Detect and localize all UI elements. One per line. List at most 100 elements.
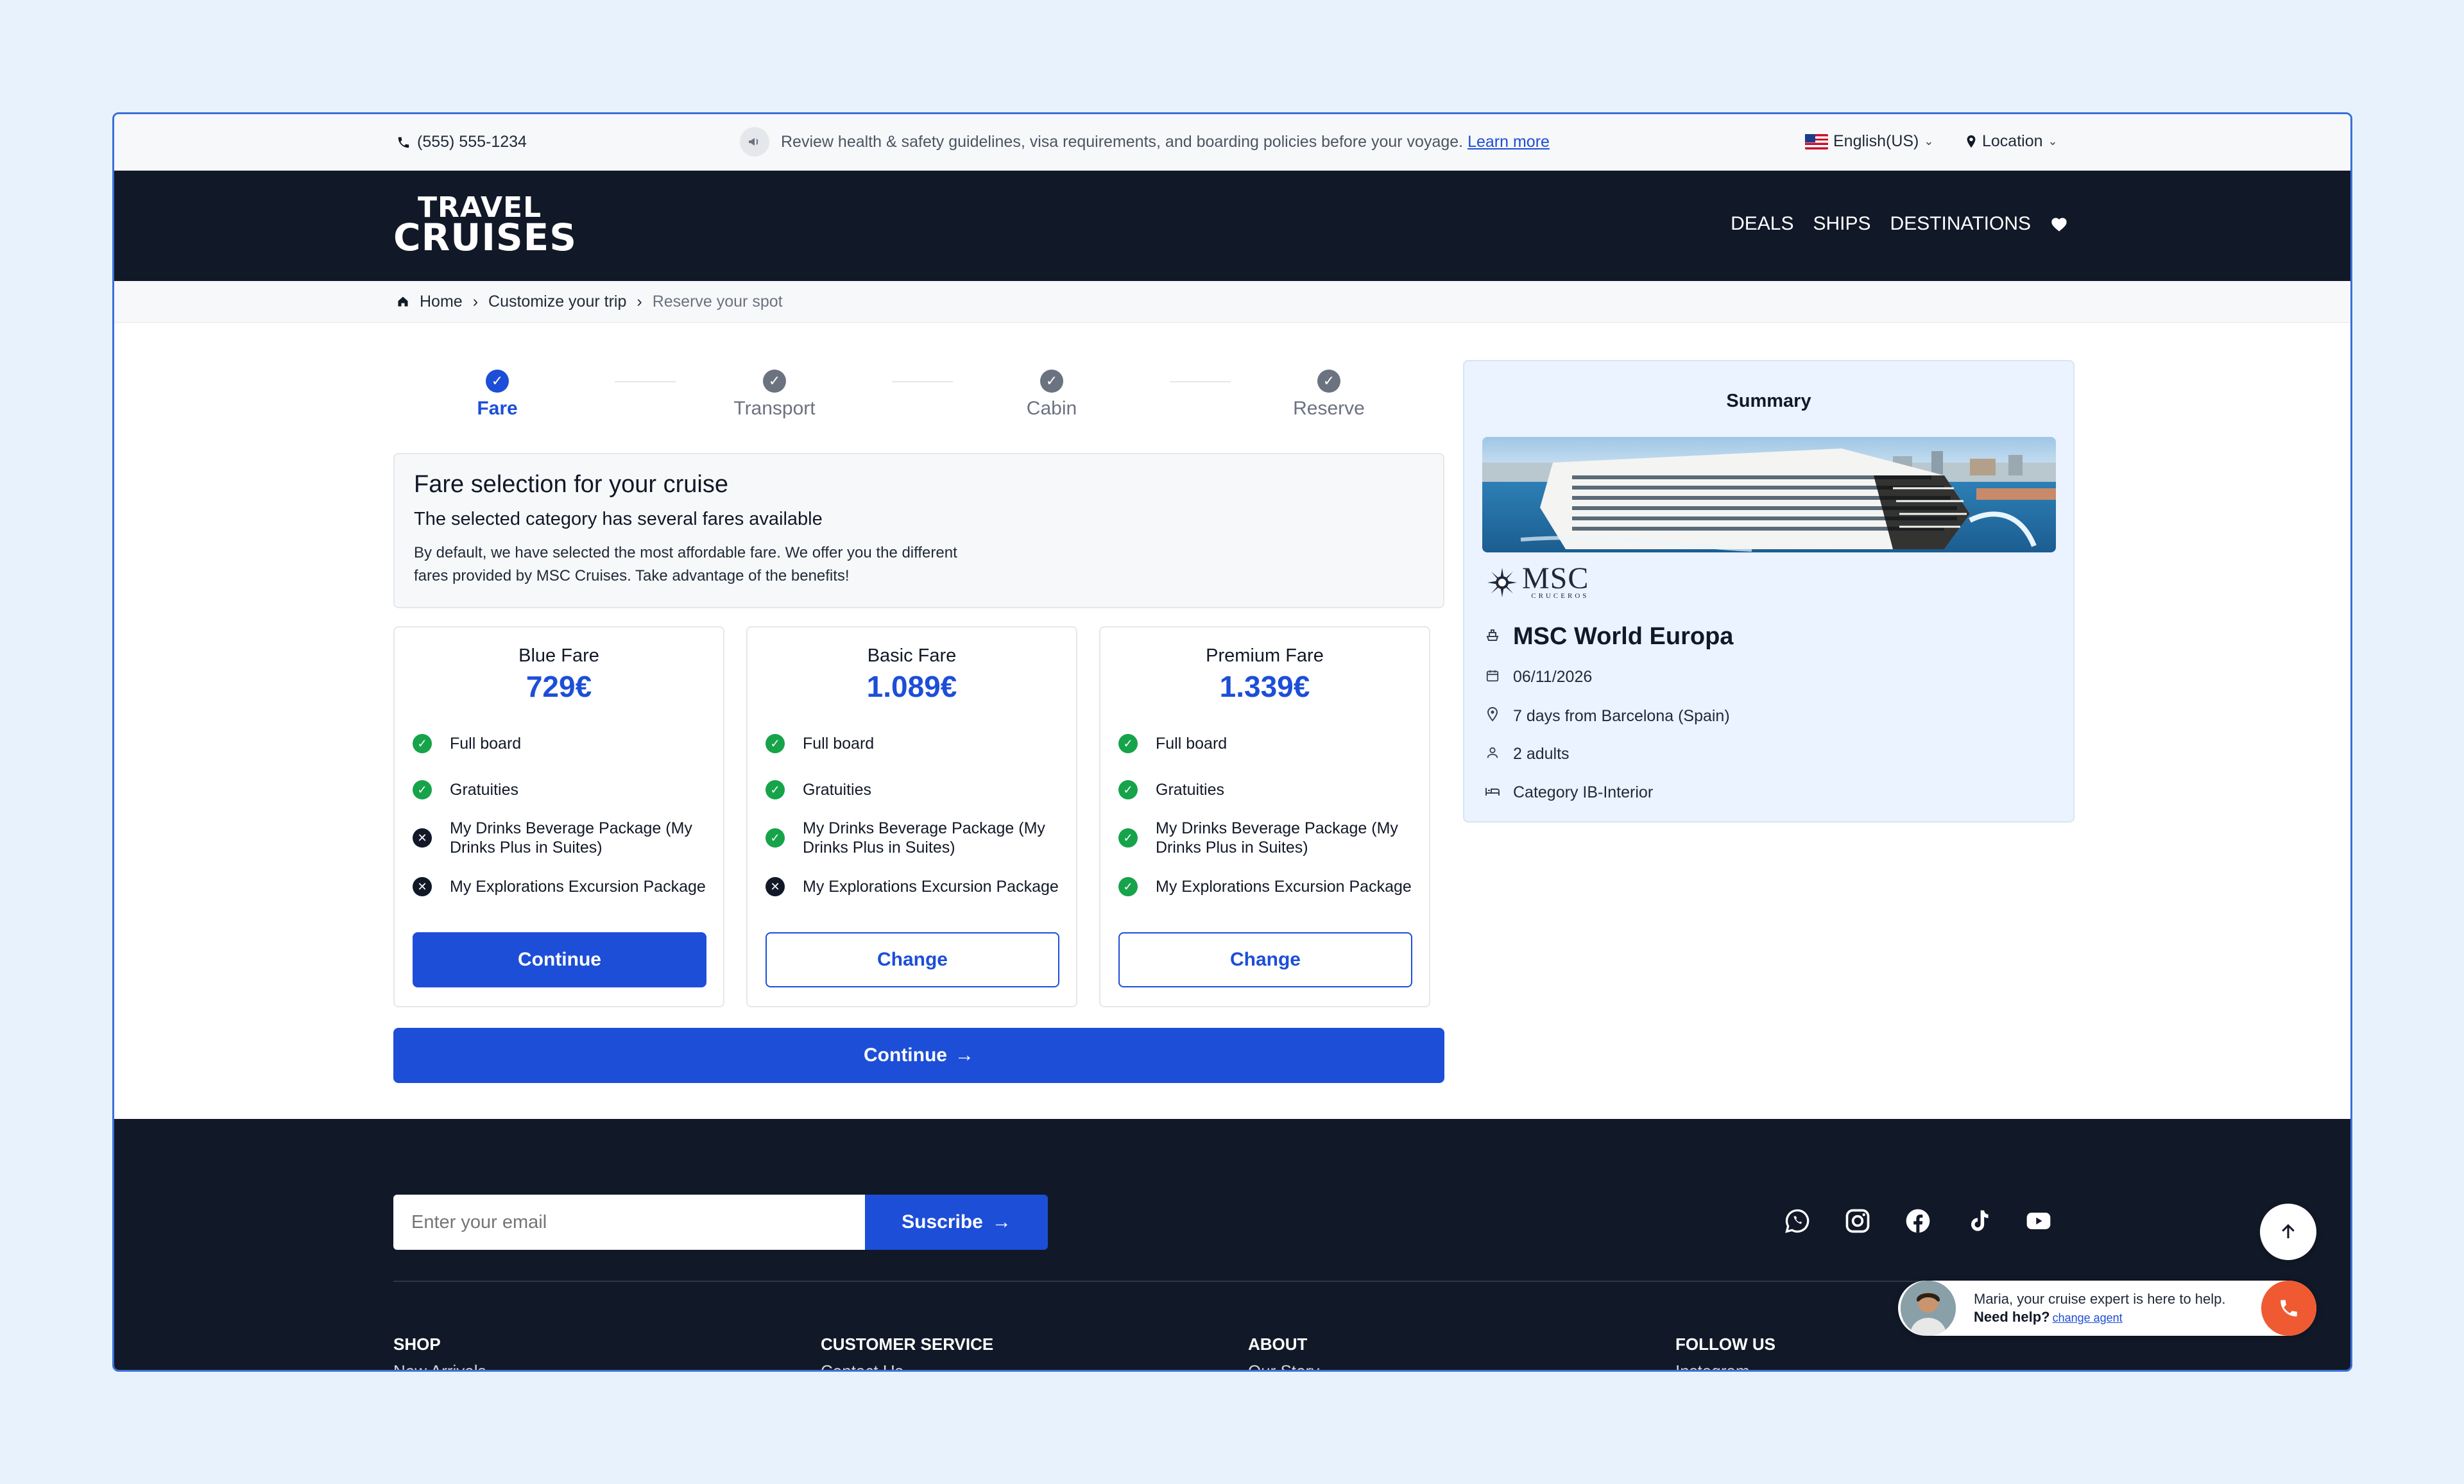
info-body: By default, we have selected the most af… <box>414 544 957 584</box>
x-circle-icon: ✕ <box>413 877 432 896</box>
summary-guests: 2 adults <box>1484 745 1570 763</box>
main-header: TRAVEL CRUISES DEALS SHIPS DESTINATIONS <box>114 171 2350 281</box>
notice-text: Review health & safety guidelines, visa … <box>781 132 1464 151</box>
location-pin-icon <box>1967 135 1976 148</box>
phone-icon <box>398 137 409 148</box>
chevron-down-icon: ⌄ <box>1924 135 1934 148</box>
learn-more-link[interactable]: Learn more <box>1467 133 1550 151</box>
phone-number: (555) 555-1234 <box>417 133 527 151</box>
itinerary-text: 7 days from Barcelona (Spain) <box>1513 706 1730 725</box>
feature-item: ✓ Gratuities <box>766 780 1061 799</box>
step-label: Cabin <box>1026 398 1077 419</box>
check-circle-icon: ✓ <box>1118 828 1138 848</box>
subscribe-button[interactable]: Suscribe → <box>865 1195 1048 1250</box>
step-fare[interactable]: ✓ Fare <box>433 370 561 420</box>
facebook-icon[interactable] <box>1903 1206 1933 1236</box>
feature-item: ✓ My Drinks Beverage Package (My Drinks P… <box>1118 819 1414 857</box>
tiktok-icon[interactable] <box>1964 1206 1993 1236</box>
blue-fare-continue-button[interactable]: Continue <box>413 932 706 987</box>
us-flag-icon <box>1805 133 1828 149</box>
footer-divider <box>393 1281 2076 1282</box>
step-connector <box>615 381 676 382</box>
location-selector[interactable]: Location ⌄ <box>1965 132 2058 151</box>
feature-item: ✕ My Explorations Excursion Package <box>413 877 708 896</box>
language-selector[interactable]: English(US) ⌄ <box>1805 132 1933 151</box>
feature-text: Gratuities <box>450 781 518 799</box>
chevron-right-icon: › <box>637 292 642 311</box>
footer-col-title: ABOUT <box>1248 1335 1308 1354</box>
step-cabin[interactable]: ✓ Cabin <box>988 370 1116 420</box>
change-agent-link[interactable]: change agent <box>2053 1311 2123 1324</box>
check-circle-icon: ✓ <box>1118 734 1138 753</box>
subscribe-label: Suscribe <box>902 1211 983 1232</box>
check-circle-icon: ✓ <box>413 734 432 753</box>
step-connector <box>1170 381 1231 382</box>
footer-link[interactable]: Our Story <box>1248 1361 1319 1370</box>
feature-item: ✕ My Explorations Excursion Package <box>766 877 1061 896</box>
check-circle-icon: ✓ <box>413 780 432 799</box>
feature-item: ✓ Full board <box>1118 734 1414 753</box>
msc-wordmark: MSC <box>1522 561 1589 595</box>
location-label: Location <box>1982 132 2043 150</box>
feature-item: ✓ My Explorations Excursion Package <box>1118 877 1414 896</box>
step-connector <box>892 381 953 382</box>
email-input[interactable] <box>393 1195 865 1250</box>
call-button[interactable] <box>2261 1281 2316 1336</box>
site-logo[interactable]: TRAVEL CRUISES <box>393 193 577 256</box>
footer-col-title: CUSTOMER SERVICE <box>821 1335 994 1354</box>
feature-item: ✕ My Drinks Beverage Package (My Drinks P… <box>413 819 708 857</box>
nav-deals[interactable]: DEALS <box>1731 213 1793 235</box>
x-circle-icon: ✕ <box>766 877 785 896</box>
basic-fare-change-button[interactable]: Change <box>766 932 1059 987</box>
footer-link[interactable]: New Arrivals <box>393 1361 486 1370</box>
whatsapp-icon[interactable] <box>1783 1206 1812 1236</box>
instagram-icon[interactable] <box>1843 1206 1872 1236</box>
main-nav: DEALS SHIPS DESTINATIONS <box>1731 213 2068 235</box>
chat-message: Maria, your cruise expert is here to hel… <box>1974 1291 2226 1307</box>
nav-destinations[interactable]: DESTINATIONS <box>1890 213 2031 235</box>
megaphone-icon <box>740 127 769 157</box>
heart-icon[interactable] <box>2050 216 2068 232</box>
footer-link[interactable]: Instagram <box>1675 1361 1750 1370</box>
feature-text: Full board <box>803 735 875 753</box>
location-pin-icon <box>1484 706 1502 726</box>
feature-text: Full board <box>1156 735 1228 753</box>
category-text: Category IB-Interior <box>1513 783 1654 801</box>
fare-card-premium: Premium Fare 1.339€ ✓ Full board ✓ Gratuit… <box>1099 626 1430 1007</box>
youtube-icon[interactable] <box>2024 1206 2053 1236</box>
check-icon: ✓ <box>486 370 509 393</box>
scroll-to-top-button[interactable] <box>2260 1204 2316 1260</box>
home-icon[interactable] <box>397 295 409 308</box>
feature-item: ✓ Full board <box>766 734 1061 753</box>
feature-text: Gratuities <box>1156 781 1224 799</box>
agent-chat-widget[interactable]: Maria, your cruise expert is here to hel… <box>1898 1281 2316 1336</box>
breadcrumb: Home › Customize your trip › Reserve you… <box>114 281 2350 323</box>
breadcrumb-home[interactable]: Home <box>420 293 463 311</box>
fare-card-basic: Basic Fare 1.089€ ✓ Full board ✓ Gratuitie… <box>746 626 1077 1007</box>
phone-link[interactable]: (555) 555-1234 <box>397 133 527 151</box>
continue-button[interactable]: Continue → <box>393 1028 1444 1083</box>
user-icon <box>1484 746 1502 763</box>
step-label: Transport <box>733 398 816 419</box>
feature-text: My Explorations Excursion Package <box>450 878 706 896</box>
summary-date: 06/11/2026 <box>1484 668 1592 687</box>
feature-item: ✓ My Drinks Beverage Package (My Drinks P… <box>766 819 1061 857</box>
step-reserve[interactable]: ✓ Reserve <box>1265 370 1393 420</box>
social-links <box>1783 1206 2053 1236</box>
msc-logo: MSC CRUCEROS <box>1486 561 1589 600</box>
breadcrumb-customize[interactable]: Customize your trip <box>488 293 626 311</box>
footer-link[interactable]: Contact Us <box>821 1361 903 1370</box>
browser-frame: (555) 555-1234 Review health & safety gu… <box>112 112 2352 1372</box>
travel-notice: Review health & safety guidelines, visa … <box>740 127 1550 157</box>
nav-ships[interactable]: SHIPS <box>1813 213 1871 235</box>
step-transport[interactable]: ✓ Transport <box>710 370 839 420</box>
check-icon: ✓ <box>763 370 786 393</box>
premium-fare-change-button[interactable]: Change <box>1118 932 1412 987</box>
feature-text: My Drinks Beverage Package (My Drinks Pl… <box>803 819 1045 857</box>
feature-text: My Explorations Excursion Package <box>1156 878 1412 896</box>
summary-itinerary: 7 days from Barcelona (Spain) <box>1484 706 1730 726</box>
fare-name: Premium Fare <box>1206 645 1324 666</box>
date-text: 06/11/2026 <box>1513 668 1593 686</box>
feature-item: ✓ Gratuities <box>1118 780 1414 799</box>
footer-col-title: SHOP <box>393 1335 441 1354</box>
